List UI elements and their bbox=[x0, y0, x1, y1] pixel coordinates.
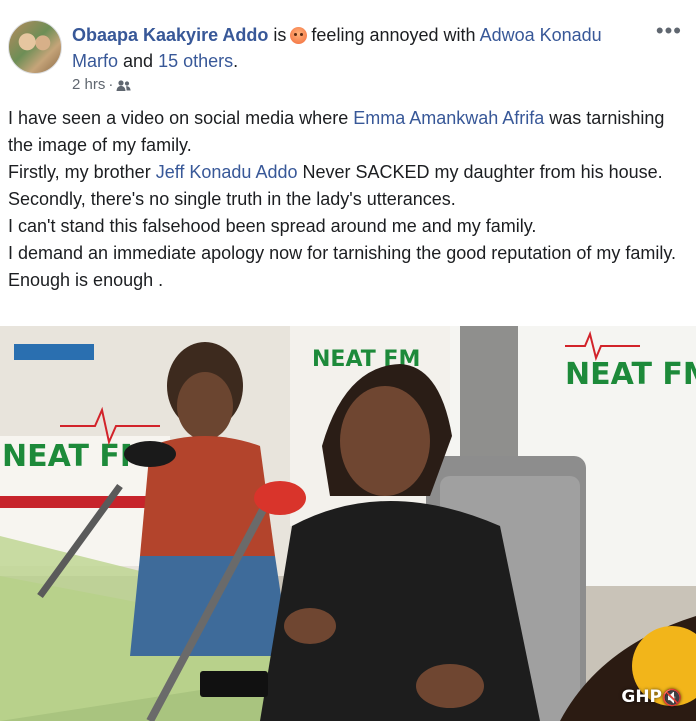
message-line: Secondly, there's no single truth in the… bbox=[8, 189, 456, 209]
post-message: I have seen a video on social media wher… bbox=[8, 105, 688, 294]
message-line: Firstly, my brother Jeff Konadu Addo Nev… bbox=[8, 159, 688, 186]
mention-link[interactable]: Emma Amankwah Afrifa bbox=[353, 108, 544, 128]
meta-dot: · bbox=[108, 76, 114, 93]
is-text: is bbox=[273, 25, 287, 45]
period-text: . bbox=[233, 51, 239, 71]
post-header: Obaapa Kaakyire Addo is feeling annoyed w… bbox=[0, 0, 696, 100]
message-line: I can't stand this falsehood been spread… bbox=[8, 216, 537, 236]
video-frame: NEAT FM NEAT FM NEAT FM bbox=[0, 326, 696, 721]
tagged-others-link[interactable]: 15 others bbox=[158, 51, 233, 71]
feeling-text: feeling annoyed with bbox=[311, 25, 476, 45]
mention-link[interactable]: Jeff Konadu Addo bbox=[156, 162, 298, 182]
post-timestamp[interactable]: 2 hrs bbox=[72, 76, 105, 93]
message-text: Firstly, my brother bbox=[8, 162, 156, 182]
message-line: I demand an immediate apology now for ta… bbox=[8, 243, 677, 290]
sign-right-text: NEAT FM bbox=[565, 357, 696, 392]
author-name[interactable]: Obaapa Kaakyire Addo bbox=[72, 25, 268, 45]
message-text: Never SACKED my daughter from his house. bbox=[297, 162, 663, 182]
channel-watermark: GHP bbox=[621, 687, 662, 707]
post-video[interactable]: NEAT FM NEAT FM NEAT FM G bbox=[0, 326, 696, 721]
post-meta: 2 hrs · bbox=[72, 76, 131, 96]
author-avatar[interactable] bbox=[8, 20, 62, 74]
post-headline: Obaapa Kaakyire Addo is feeling annoyed w… bbox=[72, 22, 632, 74]
more-options-icon[interactable]: ••• bbox=[656, 18, 682, 44]
facebook-post: Obaapa Kaakyire Addo is feeling annoyed w… bbox=[0, 0, 696, 721]
friends-icon[interactable] bbox=[116, 79, 131, 96]
message-line: I have seen a video on social media wher… bbox=[8, 105, 688, 159]
message-text: I have seen a video on social media wher… bbox=[8, 108, 354, 128]
mute-icon[interactable]: 🔇 bbox=[662, 689, 682, 709]
and-text: and bbox=[123, 51, 154, 71]
annoyed-face-icon bbox=[290, 27, 308, 44]
